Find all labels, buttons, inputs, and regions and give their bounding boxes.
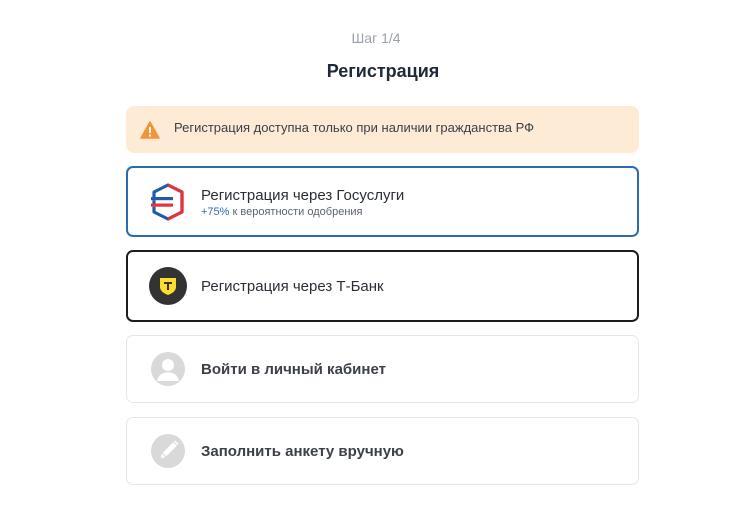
approval-percent: +75% bbox=[201, 205, 230, 218]
pencil-icon bbox=[151, 434, 185, 468]
step-indicator: Шаг 1/4 bbox=[351, 30, 401, 46]
registration-page: Шаг 1/4 Регистрация Регистрация доступна… bbox=[0, 0, 752, 505]
option-label: Войти в личный кабинет bbox=[201, 360, 386, 378]
login-cabinet-button[interactable]: Войти в личный кабинет bbox=[126, 335, 639, 403]
warning-triangle-icon bbox=[140, 120, 160, 139]
tbank-logo-icon bbox=[149, 267, 187, 305]
page-title: Регистрация bbox=[326, 61, 440, 81]
register-tbank-button[interactable]: Регистрация через Т-Банк bbox=[126, 250, 639, 322]
gosuslugi-logo-icon bbox=[149, 182, 187, 221]
approval-hint-text: к вероятности одобрения bbox=[229, 205, 363, 218]
option-label: Регистрация через Госуслуги bbox=[201, 186, 405, 204]
fill-form-manually-button[interactable]: Заполнить анкету вручную bbox=[126, 417, 639, 485]
citizenship-warning: Регистрация доступна только при наличии … bbox=[126, 106, 639, 153]
user-icon bbox=[151, 352, 185, 386]
register-gosuslugi-button[interactable]: Регистрация через Госуслуги +75% к вероя… bbox=[126, 166, 639, 237]
option-label: Заполнить анкету вручную bbox=[201, 442, 404, 460]
warning-text: Регистрация доступна только при наличии … bbox=[174, 120, 535, 135]
option-label: Регистрация через Т-Банк bbox=[201, 277, 384, 295]
approval-hint: +75% к вероятности одобрения bbox=[201, 206, 404, 218]
